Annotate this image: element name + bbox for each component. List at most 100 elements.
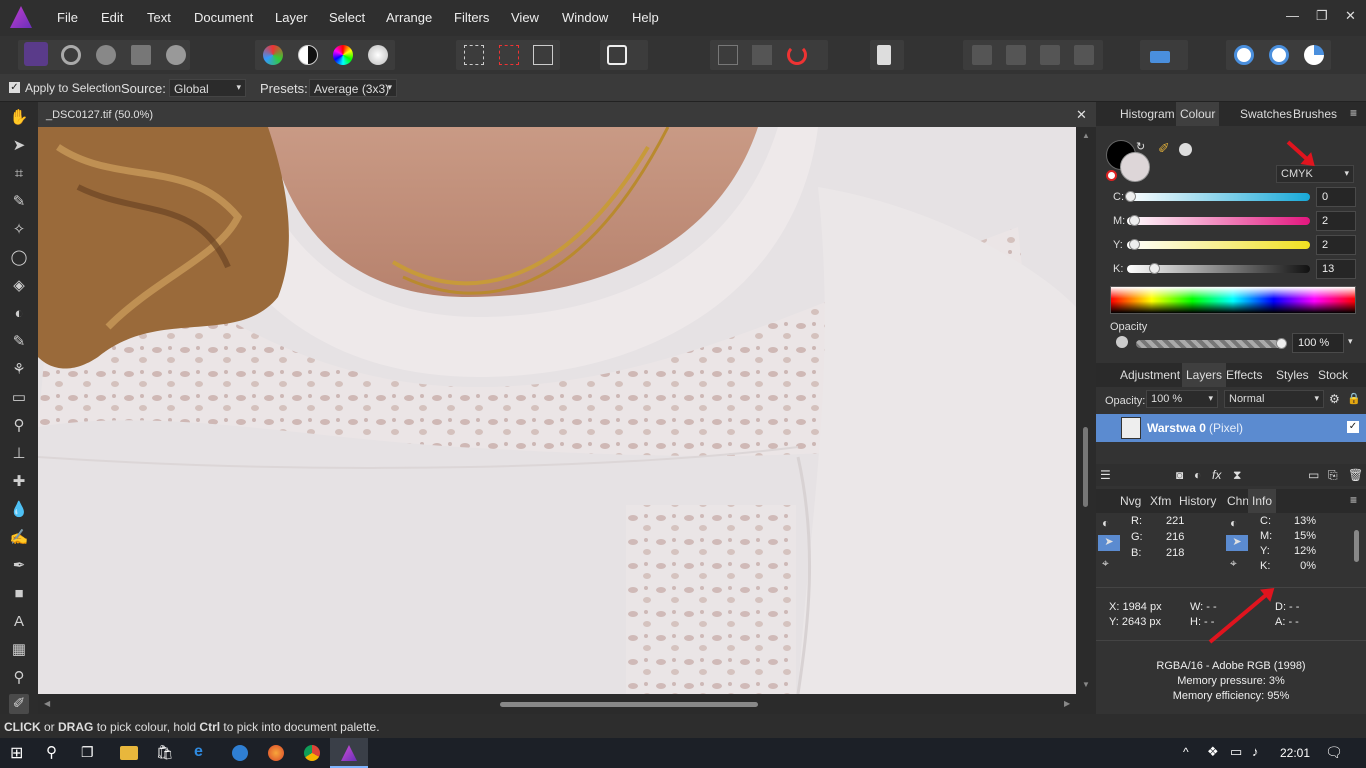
tab-histogram[interactable]: Histogram	[1116, 102, 1179, 126]
cyan-value-field[interactable]: 0	[1316, 187, 1356, 207]
task-view-icon[interactable]: ❐	[81, 744, 94, 761]
secondary-colour-swatch[interactable]	[1120, 152, 1150, 182]
mesh-warp-icon[interactable]: ▦	[9, 640, 29, 660]
tab-colour[interactable]: Colour	[1176, 102, 1220, 126]
adjustment-layer-icon[interactable]: ◐	[1194, 468, 1201, 482]
blend-mode-dropdown[interactable]: Normal	[1224, 390, 1324, 408]
network-icon[interactable]: ▭	[1230, 744, 1242, 760]
scroll-left-icon[interactable]: ◀	[44, 699, 50, 708]
rgb-source-icon[interactable]: ◐	[1102, 516, 1109, 530]
menu-view[interactable]: View	[511, 10, 539, 25]
clone-stamp-icon[interactable]: ⊥	[9, 444, 29, 464]
colour-wheel-icon[interactable]	[333, 45, 353, 65]
app-globe-icon[interactable]	[232, 745, 248, 761]
scroll-down-icon[interactable]: ▼	[1082, 680, 1090, 689]
info-panel-menu-icon[interactable]: ≡	[1350, 493, 1357, 507]
firefox-icon[interactable]	[268, 745, 284, 761]
tab-brushes[interactable]: Brushes	[1289, 102, 1341, 126]
clock[interactable]: 22:01	[1280, 746, 1310, 760]
yellow-slider-knob[interactable]	[1128, 239, 1140, 250]
search-icon[interactable]: ⚲	[46, 743, 57, 761]
colour-replacement-icon[interactable]: ◐	[9, 304, 29, 324]
smudge-brush-icon[interactable]: ✍	[9, 528, 29, 548]
store-icon[interactable]: 🛍	[156, 744, 174, 761]
clone-brush-icon[interactable]: ⚘	[9, 360, 29, 380]
tab-history[interactable]: History	[1175, 489, 1220, 513]
flood-fill-icon[interactable]: ◈	[9, 276, 29, 296]
tab-effects[interactable]: Effects	[1222, 363, 1266, 387]
edge-icon[interactable]: e	[194, 743, 203, 761]
volume-icon[interactable]: ♪	[1252, 744, 1259, 759]
arrange-front-icon[interactable]	[1074, 45, 1094, 65]
rgb-target-icon[interactable]: ⌖	[1102, 556, 1109, 571]
tab-adjustment[interactable]: Adjustment	[1116, 363, 1184, 387]
chrome-icon[interactable]	[304, 745, 320, 761]
menu-arrange[interactable]: Arrange	[386, 10, 432, 25]
marquee-icon[interactable]	[464, 45, 484, 65]
eyedropper-icon[interactable]: ✐	[1158, 140, 1170, 157]
opacity-dropdown-icon[interactable]: ▾	[1348, 336, 1353, 347]
text-tool-icon[interactable]: A	[9, 612, 29, 632]
pen-tool-icon[interactable]: ✒	[9, 556, 29, 576]
dodge-tool-icon[interactable]: ⚲	[9, 416, 29, 436]
mask-layer-icon[interactable]: ◙	[1176, 468, 1183, 482]
photo-persona-icon[interactable]	[24, 42, 48, 66]
liquify-persona-icon[interactable]	[61, 45, 81, 65]
arrange-backward-icon[interactable]	[1006, 45, 1026, 65]
tab-navigator[interactable]: Nvg	[1116, 489, 1145, 513]
tab-styles[interactable]: Styles	[1272, 363, 1313, 387]
restore-icon[interactable]: ❐	[1316, 8, 1328, 24]
hand-tool-icon[interactable]: ✋	[9, 108, 29, 128]
move-tool-icon[interactable]: ➤	[9, 136, 29, 156]
opacity-field[interactable]: 100 %	[1292, 333, 1344, 353]
colour-picker-tool-icon[interactable]: ✐	[9, 694, 29, 714]
cyan-slider[interactable]	[1127, 193, 1310, 201]
vertical-scrollbar[interactable]: ▲ ▼	[1076, 127, 1096, 694]
menu-edit[interactable]: Edit	[101, 10, 123, 25]
grid-icon[interactable]	[718, 45, 738, 65]
scroll-right-icon[interactable]: ▶	[1064, 699, 1070, 708]
info-scrollbar[interactable]	[1354, 530, 1359, 562]
cmyk-pointer-icon[interactable]: ➤	[1226, 535, 1248, 551]
intersect-shape-icon[interactable]	[1304, 45, 1324, 65]
subtract-shape-icon[interactable]	[1269, 45, 1289, 65]
tab-stock[interactable]: Stock	[1314, 363, 1352, 387]
levels-icon[interactable]	[263, 45, 283, 65]
source-dropdown[interactable]: Global	[169, 79, 246, 97]
close-window-icon[interactable]: ✕	[1345, 8, 1356, 24]
paint-brush-icon[interactable]: ✎	[9, 332, 29, 352]
menu-text[interactable]: Text	[147, 10, 171, 25]
new-layer-icon[interactable]: ⎘	[1328, 468, 1338, 483]
opacity-slider-knob[interactable]	[1276, 338, 1287, 349]
no-colour-icon[interactable]	[1106, 170, 1117, 181]
layer-visibility-checkbox[interactable]: ✓	[1347, 421, 1359, 433]
live-filter-icon[interactable]: ⧗	[1233, 468, 1241, 483]
rgb-pointer-icon[interactable]: ➤	[1098, 535, 1120, 551]
magenta-slider[interactable]	[1127, 217, 1310, 225]
scroll-up-icon[interactable]: ▲	[1082, 131, 1090, 140]
presets-dropdown[interactable]: Average (3x3)	[309, 79, 397, 97]
start-icon[interactable]: ⊞	[10, 743, 23, 763]
invert-selection-icon[interactable]	[533, 45, 553, 65]
tray-chevron-icon[interactable]: ^	[1183, 745, 1189, 759]
lasso-tool-icon[interactable]: ◯	[9, 248, 29, 268]
crop-tool-icon[interactable]: ⌗	[9, 164, 29, 184]
tab-transform[interactable]: Xfm	[1146, 489, 1175, 513]
guides-icon[interactable]	[752, 45, 772, 65]
tab-swatches[interactable]: Swatches	[1236, 102, 1296, 126]
horizontal-scroll-thumb[interactable]	[500, 702, 758, 707]
magic-wand-icon[interactable]: ✧	[9, 220, 29, 240]
deselect-icon[interactable]	[499, 45, 519, 65]
panel-menu-icon[interactable]: ≡	[1350, 106, 1357, 120]
horizontal-scrollbar[interactable]: ◀ ▶	[38, 694, 1096, 714]
lock-icon[interactable]: 🔒	[1347, 392, 1361, 405]
magenta-value-field[interactable]: 2	[1316, 211, 1356, 231]
blur-brush-icon[interactable]: 💧	[9, 500, 29, 520]
arrange-back-icon[interactable]	[972, 45, 992, 65]
contrast-icon[interactable]	[298, 45, 318, 65]
magenta-slider-knob[interactable]	[1128, 215, 1140, 226]
vertical-scroll-thumb[interactable]	[1083, 427, 1088, 507]
tab-layers[interactable]: Layers	[1182, 363, 1227, 387]
colour-spectrum[interactable]	[1110, 286, 1356, 314]
yellow-slider[interactable]	[1127, 241, 1310, 249]
